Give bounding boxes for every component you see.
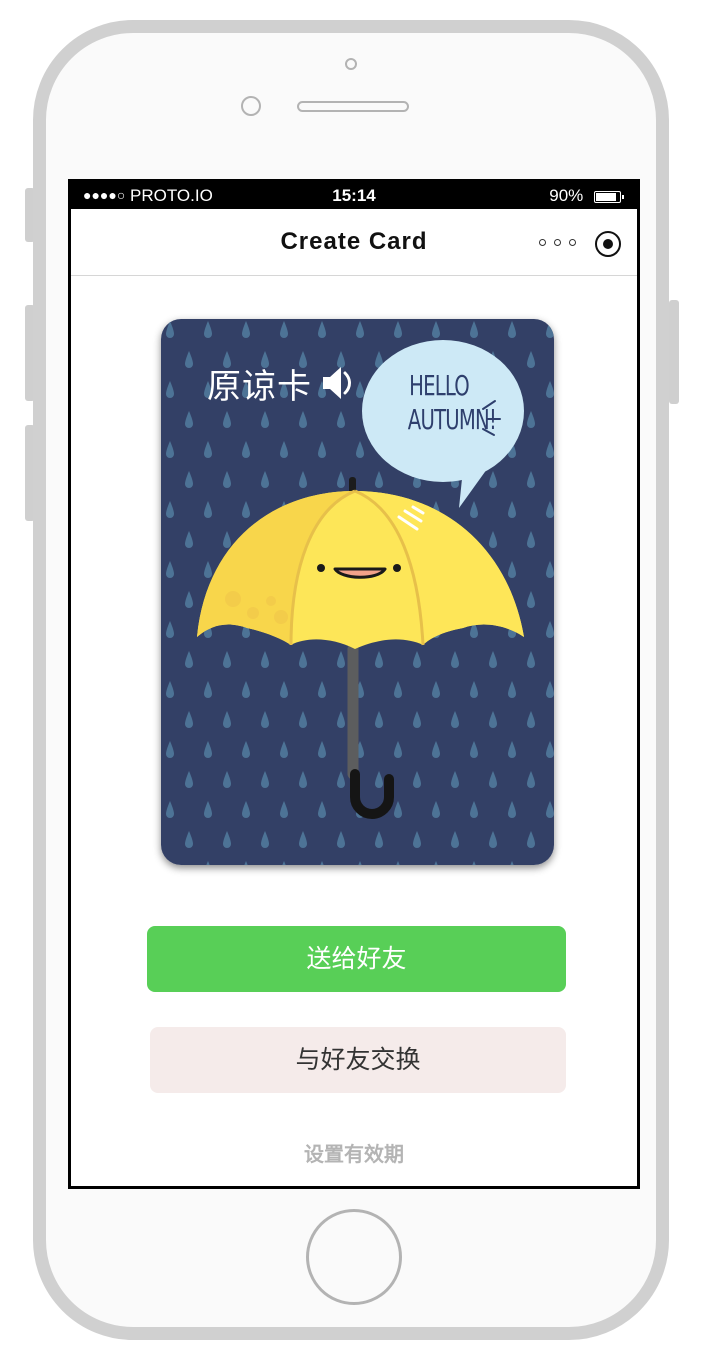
card-title: 原谅卡 — [207, 367, 312, 407]
home-button[interactable] — [306, 1209, 402, 1305]
battery-fill — [596, 193, 616, 201]
status-bar: ●●●●○ PROTO.IO 15:14 90% — [71, 182, 637, 209]
battery-status: 90% — [549, 182, 624, 209]
speaker-icon[interactable] — [321, 363, 351, 403]
record-target-icon[interactable] — [595, 231, 621, 257]
bubble-text: HELLO AUTUMN! — [407, 369, 497, 437]
bubble-text-line-2: AUTUMN! — [407, 403, 497, 436]
battery-icon — [594, 191, 624, 203]
battery-percent: 90% — [549, 186, 584, 205]
forgiveness-card[interactable]: 原谅卡 HELLO AUTUMN! — [161, 319, 554, 865]
front-camera — [241, 96, 261, 116]
nav-bar: Create Card — [71, 209, 637, 276]
bubble-text-line-1: HELLO — [409, 369, 470, 402]
power-button — [669, 300, 679, 404]
screen: ●●●●○ PROTO.IO 15:14 90% Create Card 原谅卡… — [68, 179, 640, 1189]
earpiece-speaker — [297, 101, 409, 112]
exchange-with-friend-button[interactable]: 与好友交换 — [150, 1027, 566, 1093]
set-expiry-link[interactable]: 设置有效期 — [71, 1138, 637, 1167]
proximity-sensor — [345, 58, 357, 70]
more-dots-icon[interactable] — [539, 239, 584, 246]
send-to-friend-button[interactable]: 送给好友 — [147, 926, 566, 992]
phone-mockup: ●●●●○ PROTO.IO 15:14 90% Create Card 原谅卡… — [0, 0, 716, 1360]
